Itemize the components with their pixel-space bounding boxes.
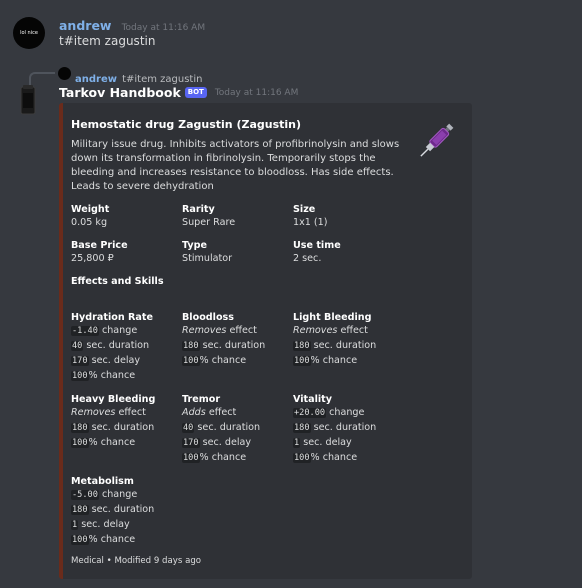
duration-value: 40 <box>71 341 84 351</box>
chance-value: 100 <box>71 535 89 545</box>
action-label: effect <box>208 407 237 418</box>
duration-value: 180 <box>293 423 311 433</box>
field-value: Super Rare <box>182 217 236 228</box>
message-timestamp: Today at 11:16 AM <box>214 87 299 98</box>
field-name: Weight <box>71 204 110 215</box>
field-value: 25,800 ₽ <box>71 253 114 264</box>
change-label: change <box>101 489 138 500</box>
field-value: 2 sec. <box>293 253 322 264</box>
action-label: effect <box>340 325 368 336</box>
bot-author[interactable]: Tarkov Handbook <box>59 85 181 100</box>
field-type: Type Stimulator <box>182 240 232 266</box>
chance-value: 100 <box>293 356 311 366</box>
field-base-price: Base Price 25,800 ₽ <box>71 240 128 266</box>
duration-label: sec. duration <box>313 340 377 351</box>
chance-value: 100 <box>182 453 200 463</box>
action-label: effect <box>118 407 146 418</box>
chance-label: % chance <box>310 452 358 463</box>
action-value: Removes <box>182 325 227 336</box>
action-value: Removes <box>71 407 116 418</box>
effect-name: Metabolism <box>71 476 134 487</box>
change-value: +20.00 <box>293 408 327 418</box>
field-rarity: Rarity Super Rare <box>182 204 235 230</box>
delay-value: 170 <box>71 356 89 366</box>
effect-heavy-bleeding: Heavy Bleeding Removes effect 180 sec. d… <box>71 394 155 450</box>
field-name: Use time <box>293 240 341 251</box>
effect-tremor: Tremor Adds effect 40 sec. duration 170 … <box>182 394 260 465</box>
delay-value: 170 <box>182 438 200 448</box>
change-label: change <box>329 407 365 418</box>
embed-description: Military issue drug. Inhibits activators… <box>71 139 400 192</box>
duration-value: 180 <box>182 341 200 351</box>
chance-value: 100 <box>71 371 89 381</box>
duration-value: 180 <box>71 423 89 433</box>
chance-value: 100 <box>71 438 89 448</box>
chance-label: % chance <box>199 355 247 366</box>
action-label: effect <box>229 325 257 336</box>
change-label: change <box>101 325 138 336</box>
effect-name: Vitality <box>293 394 333 405</box>
effects-header: Effects and Skills <box>71 276 164 287</box>
chance-label: % chance <box>310 355 358 366</box>
field-name: Rarity <box>182 204 215 215</box>
effect-name: Tremor <box>182 394 221 405</box>
chance-label: % chance <box>88 370 136 381</box>
delay-label: sec. delay <box>303 437 352 448</box>
chance-value: 100 <box>182 356 200 366</box>
syringe-icon <box>420 123 454 157</box>
user-avatar[interactable]: lol nice <box>13 17 45 49</box>
delay-value: 1 <box>71 520 79 530</box>
reply-avatar[interactable] <box>58 67 71 80</box>
field-value: Stimulator <box>182 253 233 264</box>
field-name: Size <box>293 204 316 215</box>
field-value: 1x1 (1) <box>293 217 328 228</box>
change-value: -5.00 <box>71 490 99 500</box>
effect-vitality: Vitality +20.00 change 180 sec. duration… <box>293 394 376 465</box>
field-value: 0.05 kg <box>71 217 108 228</box>
effect-name: Bloodloss <box>182 312 234 323</box>
duration-label: sec. duration <box>313 422 377 433</box>
reply-author[interactable]: andrew <box>75 74 117 85</box>
change-value: -1.40 <box>71 326 99 336</box>
bot-avatar[interactable] <box>14 84 44 116</box>
embed-footer: Medical • Modified 9 days ago <box>71 556 202 566</box>
action-value: Removes <box>293 325 338 336</box>
effect-hydration-rate: Hydration Rate -1.40 change 40 sec. dura… <box>71 312 153 383</box>
chance-label: % chance <box>199 452 247 463</box>
embed-title: Hemostatic drug Zagustin (Zagustin) <box>71 118 302 131</box>
effect-name: Heavy Bleeding <box>71 394 156 405</box>
duration-label: sec. duration <box>202 340 266 351</box>
duration-label: sec. duration <box>91 504 155 515</box>
duration-label: sec. duration <box>197 422 261 433</box>
delay-label: sec. delay <box>91 355 141 366</box>
duration-label: sec. duration <box>91 422 155 433</box>
duration-value: 40 <box>182 423 195 433</box>
chance-label: % chance <box>88 534 136 545</box>
bot-badge: BOT <box>184 87 207 98</box>
field-name: Base Price <box>71 240 128 251</box>
duration-value: 180 <box>293 341 311 351</box>
duration-value: 180 <box>71 505 89 515</box>
field-name: Type <box>182 240 208 251</box>
chance-label: % chance <box>88 437 136 448</box>
field-weight: Weight 0.05 kg <box>71 204 109 230</box>
action-value: Adds <box>182 407 206 418</box>
chance-value: 100 <box>293 453 311 463</box>
field-use-time: Use time 2 sec. <box>293 240 341 266</box>
field-size: Size 1x1 (1) <box>293 204 328 230</box>
delay-value: 1 <box>293 438 301 448</box>
message-author[interactable]: andrew <box>59 18 111 33</box>
message-timestamp: Today at 11:16 AM <box>121 23 206 33</box>
duration-label: sec. duration <box>86 340 150 351</box>
effect-light-bleeding: Light Bleeding Removes effect 180 sec. d… <box>293 312 376 368</box>
effect-bloodloss: Bloodloss Removes effect 180 sec. durati… <box>182 312 265 368</box>
avatar-text: lol nice <box>20 30 38 36</box>
effect-name: Hydration Rate <box>71 312 153 323</box>
message-content: t#item zagustin <box>59 34 156 48</box>
reply-content[interactable]: t#item zagustin <box>122 74 202 85</box>
effect-name: Light Bleeding <box>293 312 372 323</box>
delay-label: sec. delay <box>81 519 130 530</box>
delay-label: sec. delay <box>202 437 252 448</box>
effect-metabolism: Metabolism -5.00 change 180 sec. duratio… <box>71 476 154 547</box>
